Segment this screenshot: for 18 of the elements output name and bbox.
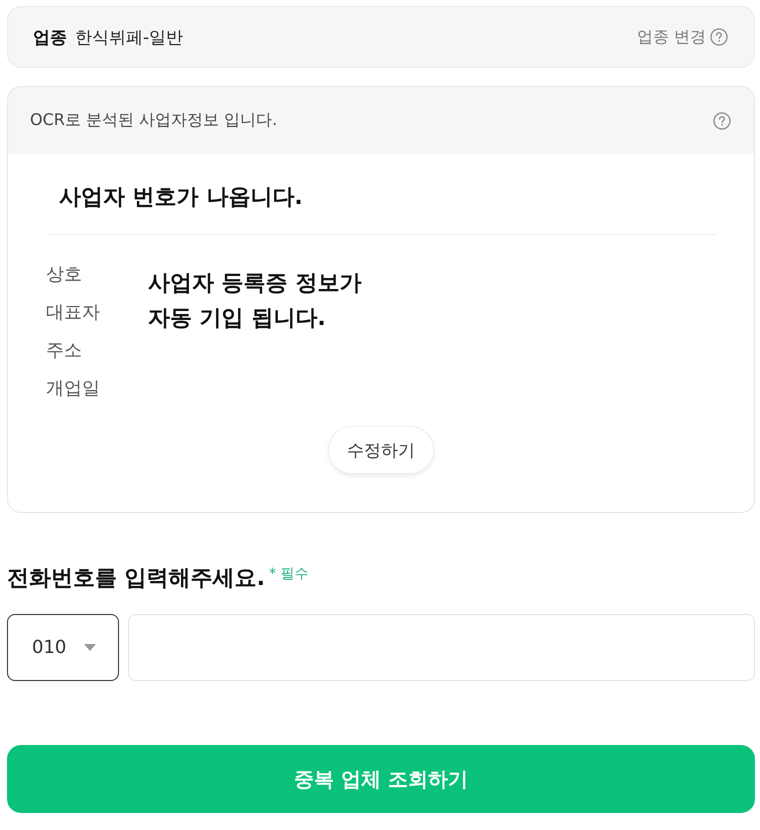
- field-label: 상호: [46, 263, 82, 287]
- caret-icon: [84, 644, 96, 651]
- help-icon[interactable]: [713, 112, 731, 130]
- industry-value: 한식뷔페-일반: [75, 26, 184, 48]
- area-code-select[interactable]: 010: [7, 614, 119, 681]
- edit-button[interactable]: 수정하기: [328, 426, 434, 474]
- phone-input[interactable]: [128, 614, 755, 681]
- phone-title: 전화번호를 입력해주세요.: [7, 565, 266, 593]
- change-industry-link[interactable]: 업종 변경: [636, 26, 706, 48]
- header-text: OCR로 분석된 사업자정보 입니다.: [30, 110, 278, 131]
- field-label: 개업일: [46, 377, 100, 401]
- field-label: 주소: [46, 339, 82, 363]
- required-mark: * 필수: [269, 565, 308, 584]
- industry-label: 업종: [33, 26, 67, 48]
- auto-fill-notice: 사업자 등록증 정보가 자동 기입 됩니다.: [148, 270, 362, 333]
- business-number: 사업자 번호가 나옵니다.: [59, 184, 303, 212]
- help-icon[interactable]: [710, 28, 728, 46]
- field-label: 대표자: [46, 301, 100, 325]
